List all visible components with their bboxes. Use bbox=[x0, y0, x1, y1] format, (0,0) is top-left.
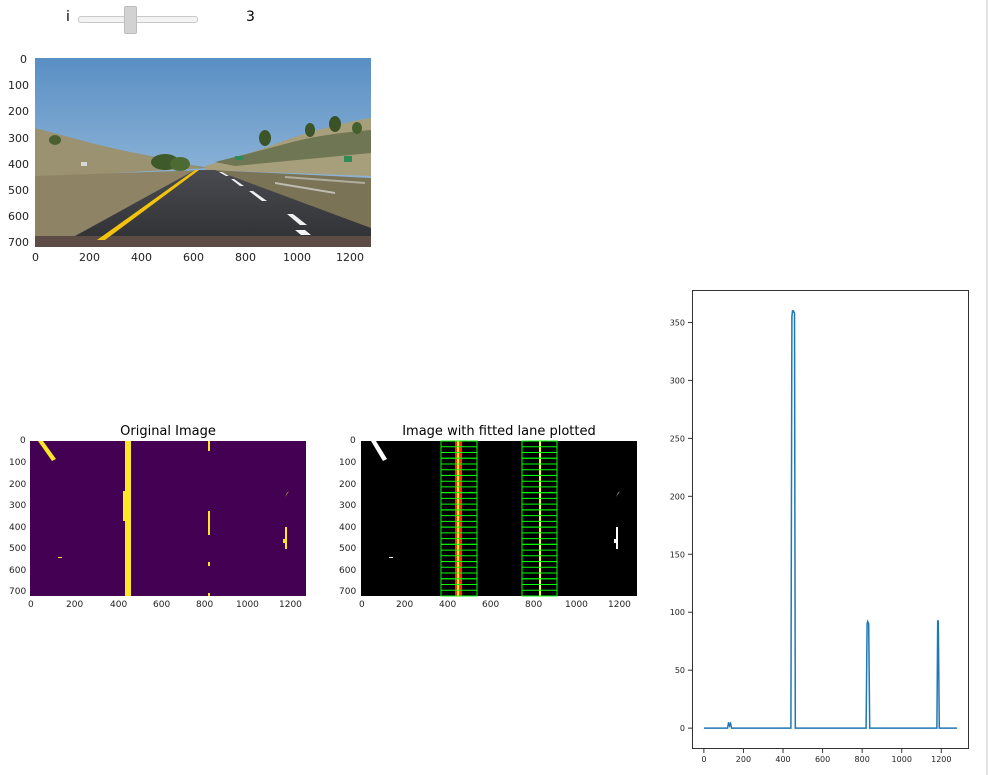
fig2l-ytick: 700 bbox=[9, 587, 27, 597]
fig1-xtick: 1000 bbox=[283, 251, 311, 264]
fig1-xtick: 1200 bbox=[336, 251, 364, 264]
fig2l-xtick: 800 bbox=[196, 600, 214, 610]
hist-ytick-label: 200 bbox=[670, 492, 685, 501]
hist-xtick-label: 200 bbox=[736, 755, 751, 764]
fig2r-xtick: 400 bbox=[439, 600, 457, 610]
fig2r-ytick: 500 bbox=[339, 544, 357, 554]
left-plot-title: Original Image bbox=[120, 424, 216, 439]
fig2l-xtick: 600 bbox=[153, 600, 171, 610]
hist-ytick-label: 150 bbox=[670, 550, 685, 559]
hist-ytick-label: 0 bbox=[680, 724, 685, 733]
slider-label: i bbox=[66, 9, 70, 25]
fig1-xtick: 200 bbox=[79, 251, 100, 264]
fig2l-ytick: 600 bbox=[9, 566, 27, 576]
fig2r-xtick: 0 bbox=[359, 600, 365, 610]
fig2l-xtick: 200 bbox=[66, 600, 84, 610]
fig2r-ytick: 400 bbox=[339, 523, 357, 533]
fig2l-ytick: 400 bbox=[9, 523, 27, 533]
fig1-ytick: 200 bbox=[8, 105, 29, 118]
binary-image bbox=[30, 441, 306, 596]
hist-xtick-label: 1200 bbox=[931, 755, 951, 764]
fig2r-ytick: 700 bbox=[339, 587, 357, 597]
fig2r-ytick: 600 bbox=[339, 566, 357, 576]
fig2l-xtick: 1000 bbox=[236, 600, 259, 610]
fig2l-ytick: 300 bbox=[9, 501, 27, 511]
fig2l-ytick: 100 bbox=[9, 458, 27, 468]
hist-xtick-label: 0 bbox=[701, 755, 706, 764]
hist-ytick-label: 350 bbox=[670, 318, 685, 327]
fig1-ytick: 400 bbox=[8, 158, 29, 171]
fig2r-ytick: 0 bbox=[350, 436, 356, 446]
hist-ytick-label: 50 bbox=[675, 666, 685, 675]
fig2r-ytick: 200 bbox=[339, 480, 357, 490]
fig2r-xtick: 1200 bbox=[608, 600, 631, 610]
histogram-chart: 0 200 400 600 800 1000 1200 0 50 100 150 200 250 300 3… bbox=[670, 290, 969, 764]
fig1-ytick: 600 bbox=[8, 210, 29, 223]
fig2l-ytick: 500 bbox=[9, 544, 27, 554]
fig2l-xtick: 0 bbox=[28, 600, 34, 610]
fig1-xtick: 800 bbox=[235, 251, 256, 264]
fig2l-xtick: 400 bbox=[110, 600, 128, 610]
fig1-xtick: 400 bbox=[131, 251, 152, 264]
slider-track[interactable] bbox=[78, 16, 198, 23]
fig2r-xtick: 1000 bbox=[565, 600, 588, 610]
fig2r-ytick: 300 bbox=[339, 501, 357, 511]
fig1-ytick: 100 bbox=[8, 79, 29, 92]
fig2l-ytick: 200 bbox=[9, 480, 27, 490]
slider-handle[interactable] bbox=[124, 6, 137, 34]
slider-value: 3 bbox=[246, 9, 255, 25]
hist-ytick-label: 250 bbox=[670, 434, 685, 443]
fig2l-ytick: 0 bbox=[20, 436, 26, 446]
hist-ytick-label: 100 bbox=[670, 608, 685, 617]
fig1-ytick: 0 bbox=[20, 53, 27, 66]
hist-xtick-label: 600 bbox=[815, 755, 830, 764]
fig2l-xtick: 1200 bbox=[279, 600, 302, 610]
fig2r-xtick: 600 bbox=[482, 600, 500, 610]
fig2r-xtick: 200 bbox=[396, 600, 414, 610]
fig1-ytick: 700 bbox=[8, 236, 29, 249]
hist-ytick-label: 300 bbox=[670, 376, 685, 385]
fig1-xtick: 600 bbox=[183, 251, 204, 264]
fig1-ytick: 300 bbox=[8, 132, 29, 145]
road-image bbox=[35, 58, 371, 247]
right-plot-title: Image with fitted lane plotted bbox=[402, 424, 596, 439]
hist-xtick-label: 1000 bbox=[892, 755, 912, 764]
hist-xtick-label: 800 bbox=[855, 755, 870, 764]
fig1-ytick: 500 bbox=[8, 184, 29, 197]
histogram-frame bbox=[692, 290, 969, 749]
fig2r-ytick: 100 bbox=[339, 458, 357, 468]
hist-xtick-label: 400 bbox=[775, 755, 790, 764]
fig1-xtick: 0 bbox=[32, 251, 39, 264]
fitted-lane-image bbox=[361, 440, 637, 597]
fig2r-xtick: 800 bbox=[525, 600, 543, 610]
